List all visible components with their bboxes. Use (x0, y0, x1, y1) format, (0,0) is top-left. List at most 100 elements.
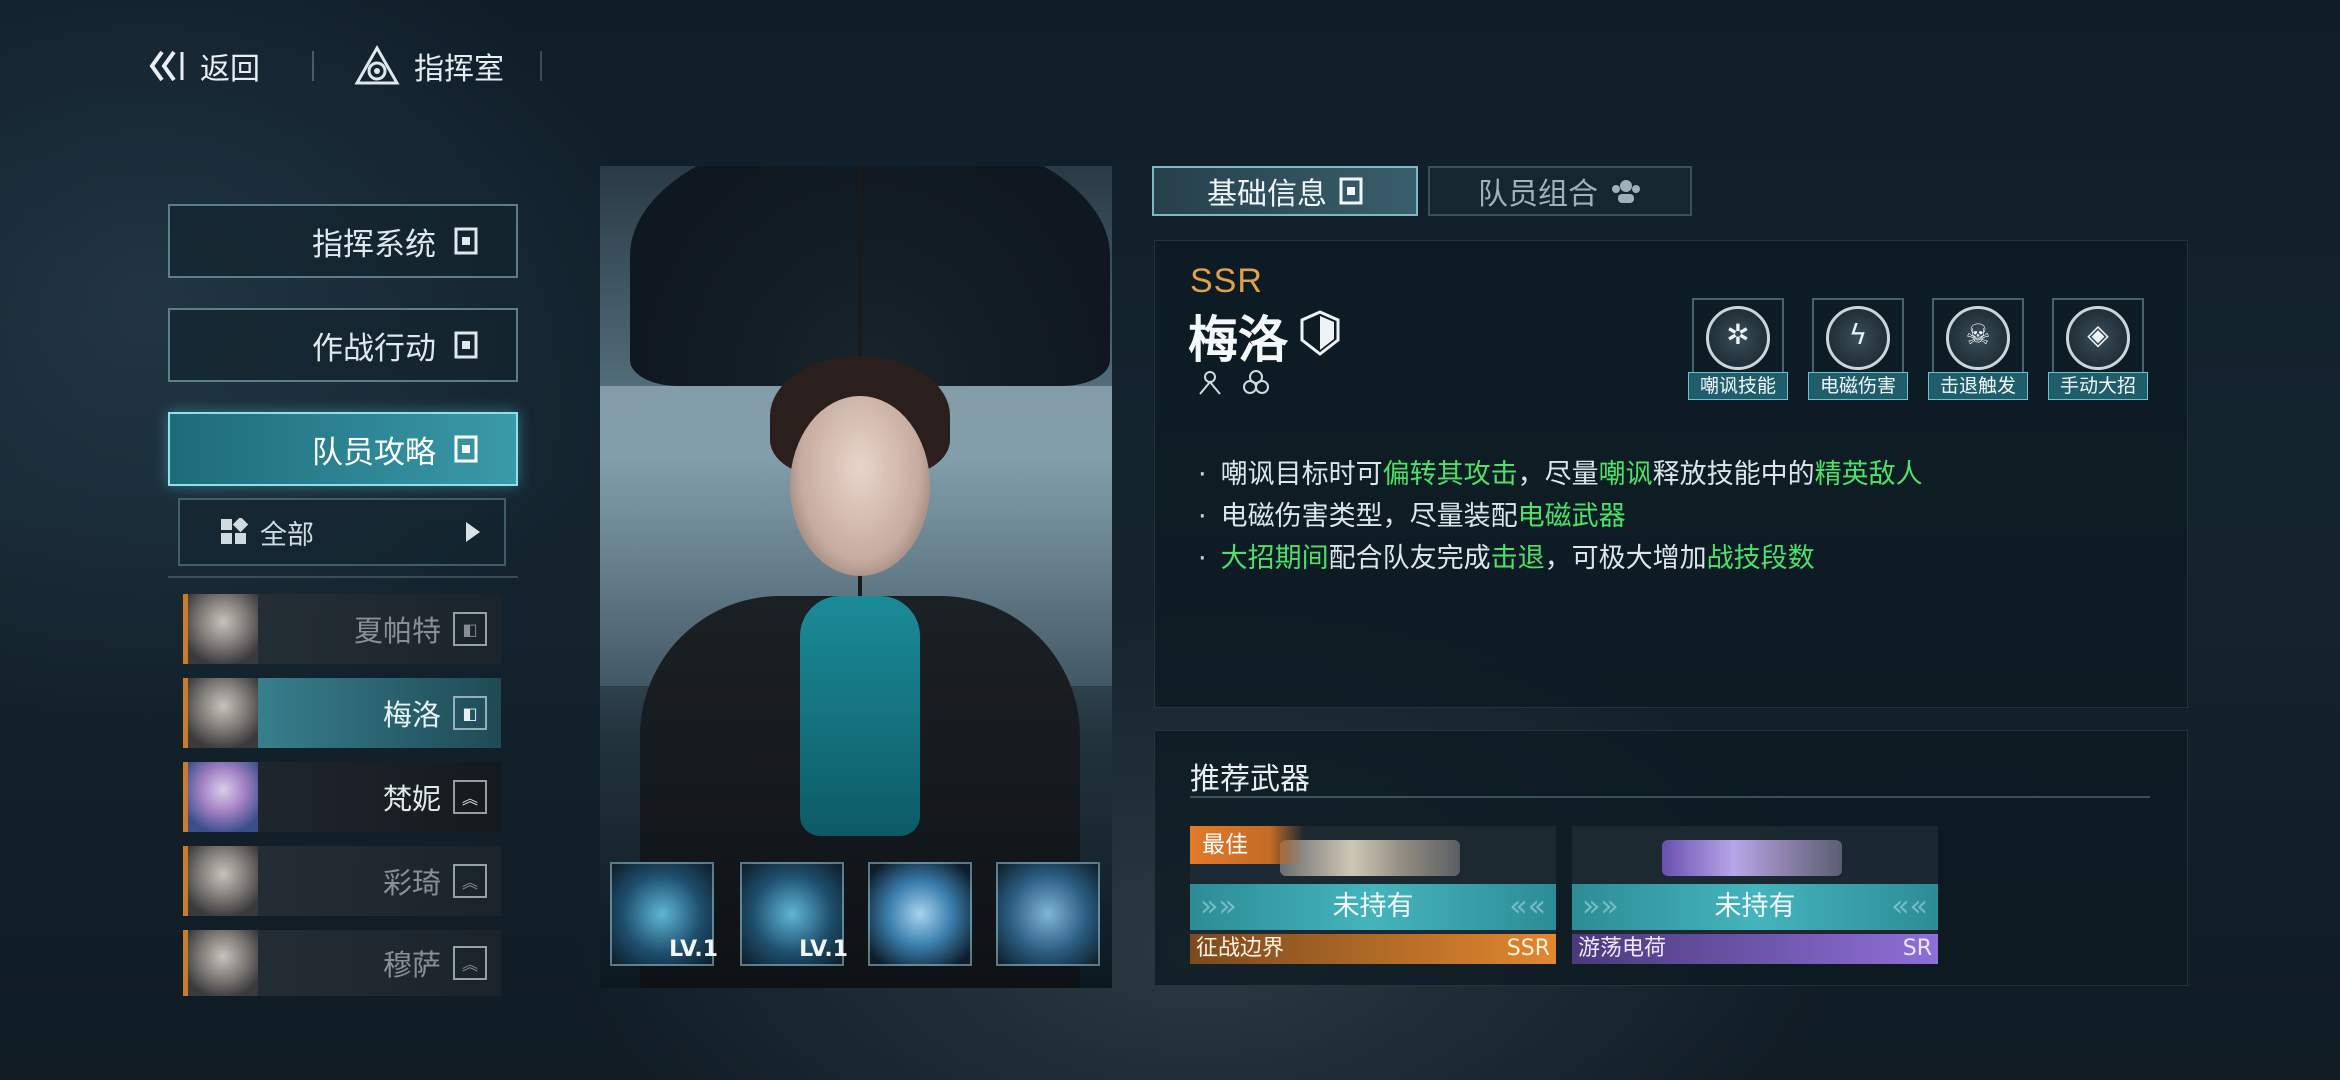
shirt (800, 596, 920, 836)
caret-right-icon (466, 522, 480, 542)
skill-figure-icon[interactable]: LV.1 (610, 862, 718, 966)
member-item[interactable]: 彩琦 ︽ (183, 846, 501, 916)
member-name: 梅洛 (382, 698, 441, 732)
tab-team-combo[interactable]: 队员组合 (1428, 166, 1692, 216)
tip-highlight: 嘲讽 (1598, 459, 1653, 490)
weapon-rarity: SSR (1506, 936, 1550, 961)
shield-icon: ◧ (453, 696, 487, 730)
command-room-title: 指挥室 (354, 44, 504, 88)
document-icon (454, 331, 478, 359)
skill-umbrella-icon[interactable] (996, 862, 1100, 966)
weapons-title: 推荐武器 (1190, 762, 1310, 797)
tip-text: 配合队友完成 (1328, 543, 1491, 574)
weapon-info-bar: 游荡电荷 SR (1572, 934, 1938, 964)
weapon-name: 征战边界 (1196, 936, 1285, 961)
back-label: 返回 (200, 52, 260, 87)
top-bar: 返回 指挥室 (148, 40, 542, 92)
tips-list: · 嘲讽目标时可偏转其攻击，尽量嘲讽释放技能中的精英敌人 · 电磁伤害类型，尽量装配… (1198, 454, 1923, 580)
document-icon (454, 227, 478, 255)
member-item[interactable]: 夏帕特 ◧ (183, 594, 501, 664)
ultimate-glyph: ◈ (2087, 318, 2109, 351)
member-name: 夏帕特 (353, 614, 441, 648)
tip-highlight: 精英敌人 (1814, 459, 1923, 490)
weapon-rarity: SR (1902, 936, 1932, 961)
nav-label: 作战行动 (312, 330, 436, 367)
tab-label: 队员组合 (1478, 177, 1598, 212)
weapon-card[interactable]: 未持有 游荡电荷 SR (1572, 826, 1938, 964)
umbrella (630, 166, 1110, 386)
skill-level: LV.1 (799, 937, 848, 962)
group-icon (1612, 180, 1640, 203)
member-item[interactable]: 梅洛 ◧ (183, 678, 501, 748)
tip-highlight: 电磁武器 (1517, 501, 1626, 532)
document-icon (454, 435, 478, 463)
tag-label: 电磁伤害 (1808, 372, 1908, 400)
electro-damage-tag[interactable]: ϟ 电磁伤害 (1808, 298, 1908, 402)
taunt-skill-tag[interactable]: ✲ 嘲讽技能 (1688, 298, 1788, 402)
lightning-glyph: ϟ (1848, 318, 1868, 351)
nav-member-guide[interactable]: 队员攻略 (168, 412, 518, 486)
member-portrait (188, 762, 258, 832)
divider (168, 576, 518, 578)
member-portrait (188, 594, 258, 664)
skill-burst-icon[interactable]: LV.1 (740, 862, 848, 966)
member-portrait (188, 846, 258, 916)
command-room-label: 指挥室 (414, 52, 504, 87)
electro-icon (1242, 368, 1270, 396)
weapon-card[interactable]: 最佳 未持有 征战边界 SSR (1190, 826, 1556, 964)
member-name: 穆萨 (382, 948, 441, 982)
best-badge: 最佳 (1190, 826, 1304, 864)
divider (1190, 796, 2150, 798)
nav-label: 指挥系统 (312, 226, 436, 263)
skull-glyph: ☠ (1965, 318, 1991, 351)
double-chevron-icon: ︽ (453, 946, 487, 980)
tab-label: 基础信息 (1207, 177, 1327, 212)
nav-label: 队员攻略 (312, 434, 436, 471)
not-owned-status: 未持有 (1572, 884, 1938, 930)
pistol-icon (1662, 840, 1842, 876)
tip-highlight: 大招期间 (1220, 543, 1329, 574)
tip-text: ，可极大增加 (1544, 543, 1707, 574)
bullet-dot: · (1198, 459, 1207, 490)
member-name: 彩琦 (382, 866, 441, 900)
tip-text: 电磁伤害类型，尽量装配 (1220, 501, 1518, 532)
double-chevron-icon: ︽ (453, 780, 487, 814)
manual-ultimate-tag[interactable]: ◈ 手动大招 (2048, 298, 2148, 402)
tag-label: 手动大招 (2048, 372, 2148, 400)
bullet-dot: · (1198, 501, 1207, 532)
member-item[interactable]: 梵妮 ︽ (183, 762, 501, 832)
tab-basic-info[interactable]: 基础信息 (1152, 166, 1418, 216)
skill-vortex-icon[interactable] (868, 862, 972, 966)
tip-highlight: 偏转其攻击 (1382, 459, 1518, 490)
tip-highlight: 战技段数 (1706, 543, 1815, 574)
tag-label: 击退触发 (1928, 372, 2028, 400)
character-name: 梅洛 (1188, 311, 1288, 369)
tip-highlight: 击退 (1490, 543, 1545, 574)
bullet-dot: · (1198, 543, 1207, 574)
weapon-name: 游荡电荷 (1578, 936, 1667, 961)
back-button[interactable]: 返回 (148, 44, 260, 88)
divider (312, 51, 314, 81)
tip-text: 释放技能中的 (1652, 459, 1815, 490)
member-portrait (188, 678, 258, 748)
member-item[interactable]: 穆萨 ︽ (183, 930, 501, 996)
member-portrait (188, 930, 258, 996)
tip-text: ，尽量 (1517, 459, 1599, 490)
double-chevron-icon: ︽ (453, 864, 487, 898)
filter-label: 全部 (260, 519, 314, 551)
member-name: 梵妮 (382, 782, 441, 816)
knockback-trigger-tag[interactable]: ☠ 击退触发 (1928, 298, 2028, 402)
not-owned-status: 未持有 (1190, 884, 1556, 930)
tag-label: 嘲讽技能 (1688, 372, 1788, 400)
tip-line: · 电磁伤害类型，尽量装配电磁武器 (1198, 496, 1923, 538)
member-filter-dropdown[interactable]: 全部 (178, 498, 506, 566)
shield-icon: ◧ (453, 612, 487, 646)
nav-combat-operations[interactable]: 作战行动 (168, 308, 518, 382)
rifle-icon (1280, 840, 1460, 876)
divider (540, 51, 542, 81)
nav-command-system[interactable]: 指挥系统 (168, 204, 518, 278)
document-icon (1339, 177, 1363, 205)
skill-level: LV.1 (669, 937, 718, 962)
class-icons (1196, 368, 1270, 396)
command-room-icon (354, 45, 400, 85)
